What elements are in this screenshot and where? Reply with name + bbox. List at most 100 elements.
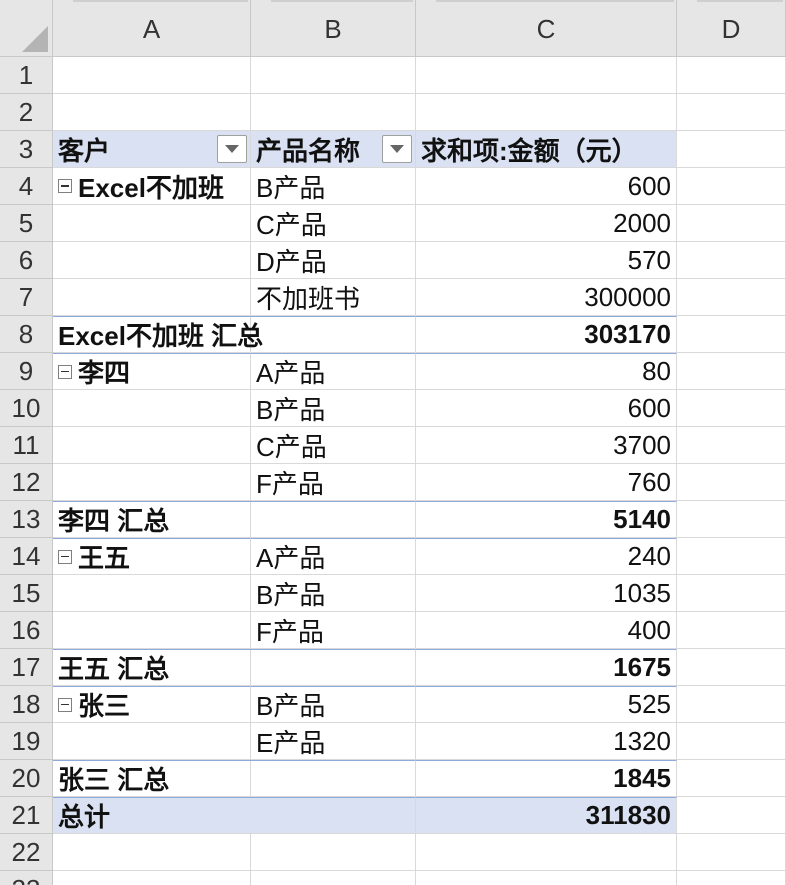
pivot-product-cell[interactable]: A产品 (251, 353, 416, 390)
grid-cell[interactable] (416, 871, 677, 885)
row-header[interactable]: 16 (0, 612, 53, 649)
pivot-row-customer[interactable]: Excel不加班 (53, 168, 251, 205)
row-header[interactable]: 5 (0, 205, 53, 242)
pivot-amount-cell[interactable]: 2000 (416, 205, 677, 242)
grid-cell[interactable] (677, 168, 786, 205)
pivot-amount-cell[interactable]: 600 (416, 168, 677, 205)
grid-cell[interactable] (53, 834, 251, 871)
row-header[interactable]: 18 (0, 686, 53, 723)
pivot-subtotal-value-cell[interactable]: 1845 (416, 760, 677, 797)
pivot-product-cell[interactable]: F产品 (251, 464, 416, 501)
row-header[interactable]: 9 (0, 353, 53, 390)
pivot-amount-cell[interactable]: 1320 (416, 723, 677, 760)
pivot-subtotal-label-cell[interactable]: Excel不加班 汇总 (53, 316, 416, 353)
collapse-minus-icon[interactable] (58, 179, 72, 193)
row-header[interactable]: 6 (0, 242, 53, 279)
pivot-empty-cell[interactable] (53, 279, 251, 316)
pivot-amount-cell[interactable]: 525 (416, 686, 677, 723)
pivot-product-cell[interactable]: E产品 (251, 723, 416, 760)
pivot-empty-cell[interactable] (53, 612, 251, 649)
pivot-amount-cell[interactable]: 240 (416, 538, 677, 575)
row-header[interactable]: 13 (0, 501, 53, 538)
pivot-subtotal-label-cell[interactable]: 王五 汇总 (53, 649, 416, 686)
grid-cell[interactable] (677, 316, 786, 353)
pivot-subtotal-value-cell[interactable]: 1675 (416, 649, 677, 686)
pivot-amount-cell[interactable]: 600 (416, 390, 677, 427)
pivot-row-customer[interactable]: 张三 (53, 686, 251, 723)
grid-cell[interactable] (677, 242, 786, 279)
grid-cell[interactable] (251, 94, 416, 131)
pivot-product-cell[interactable]: C产品 (251, 205, 416, 242)
grid-cell[interactable] (677, 427, 786, 464)
grid-cell[interactable] (677, 834, 786, 871)
grid-cell[interactable] (53, 871, 251, 885)
pivot-amount-cell[interactable]: 80 (416, 353, 677, 390)
grid-cell[interactable] (677, 649, 786, 686)
pivot-grand-total-label-cell[interactable]: 总计 (53, 797, 416, 834)
grid-cell[interactable] (677, 353, 786, 390)
pivot-product-cell[interactable]: B产品 (251, 390, 416, 427)
pivot-product-cell[interactable]: B产品 (251, 575, 416, 612)
row-header[interactable]: 4 (0, 168, 53, 205)
pivot-empty-cell[interactable] (53, 390, 251, 427)
row-header[interactable]: 10 (0, 390, 53, 427)
grid-cell[interactable] (677, 723, 786, 760)
row-header[interactable]: 1 (0, 57, 53, 94)
grid-cell[interactable] (677, 760, 786, 797)
pivot-product-cell[interactable]: F产品 (251, 612, 416, 649)
pivot-row-customer[interactable]: 王五 (53, 538, 251, 575)
filter-dropdown-button[interactable] (217, 135, 247, 163)
row-header[interactable]: 3 (0, 131, 53, 168)
pivot-header-amount[interactable]: 求和项:金额（元） (416, 131, 677, 168)
pivot-empty-cell[interactable] (53, 464, 251, 501)
column-header-b[interactable]: B (251, 0, 416, 57)
grid-cell[interactable] (677, 131, 786, 168)
pivot-row-customer[interactable]: 李四 (53, 353, 251, 390)
row-header[interactable]: 12 (0, 464, 53, 501)
grid-cell[interactable] (251, 834, 416, 871)
grid-cell[interactable] (677, 94, 786, 131)
pivot-amount-cell[interactable]: 300000 (416, 279, 677, 316)
pivot-amount-cell[interactable]: 570 (416, 242, 677, 279)
grid-cell[interactable] (251, 57, 416, 94)
grid-cell[interactable] (416, 834, 677, 871)
row-header[interactable]: 21 (0, 797, 53, 834)
collapse-minus-icon[interactable] (58, 364, 72, 379)
collapse-minus-icon[interactable] (58, 549, 72, 564)
pivot-product-cell[interactable]: A产品 (251, 538, 416, 575)
pivot-product-cell[interactable]: D产品 (251, 242, 416, 279)
grid-cell[interactable] (677, 871, 786, 885)
column-header-a[interactable]: A (53, 0, 251, 57)
row-header[interactable]: 17 (0, 649, 53, 686)
grid-cell[interactable] (53, 94, 251, 131)
collapse-minus-icon[interactable] (58, 697, 72, 712)
grid-cell[interactable] (677, 686, 786, 723)
pivot-amount-cell[interactable]: 3700 (416, 427, 677, 464)
grid-cell[interactable] (677, 390, 786, 427)
grid-cell[interactable] (677, 797, 786, 834)
grid-cell[interactable] (677, 538, 786, 575)
pivot-amount-cell[interactable]: 400 (416, 612, 677, 649)
row-header[interactable]: 22 (0, 834, 53, 871)
grid-cell[interactable] (416, 57, 677, 94)
pivot-subtotal-value-cell[interactable]: 5140 (416, 501, 677, 538)
filter-dropdown-button[interactable] (382, 135, 412, 163)
row-header[interactable]: 7 (0, 279, 53, 316)
row-header[interactable]: 15 (0, 575, 53, 612)
pivot-empty-cell[interactable] (53, 723, 251, 760)
column-header-c[interactable]: C (416, 0, 677, 57)
pivot-empty-cell[interactable] (53, 575, 251, 612)
row-header[interactable]: 11 (0, 427, 53, 464)
pivot-empty-cell[interactable] (53, 427, 251, 464)
pivot-subtotal-value-cell[interactable]: 303170 (416, 316, 677, 353)
row-header[interactable]: 2 (0, 94, 53, 131)
pivot-empty-cell[interactable] (53, 242, 251, 279)
row-header[interactable]: 23 (0, 871, 53, 885)
row-header[interactable]: 20 (0, 760, 53, 797)
pivot-product-cell[interactable]: 不加班书 (251, 279, 416, 316)
pivot-subtotal-label-cell[interactable]: 张三 汇总 (53, 760, 416, 797)
grid-cell[interactable] (677, 575, 786, 612)
grid-cell[interactable] (416, 94, 677, 131)
grid-cell[interactable] (677, 57, 786, 94)
pivot-subtotal-label-cell[interactable]: 李四 汇总 (53, 501, 416, 538)
